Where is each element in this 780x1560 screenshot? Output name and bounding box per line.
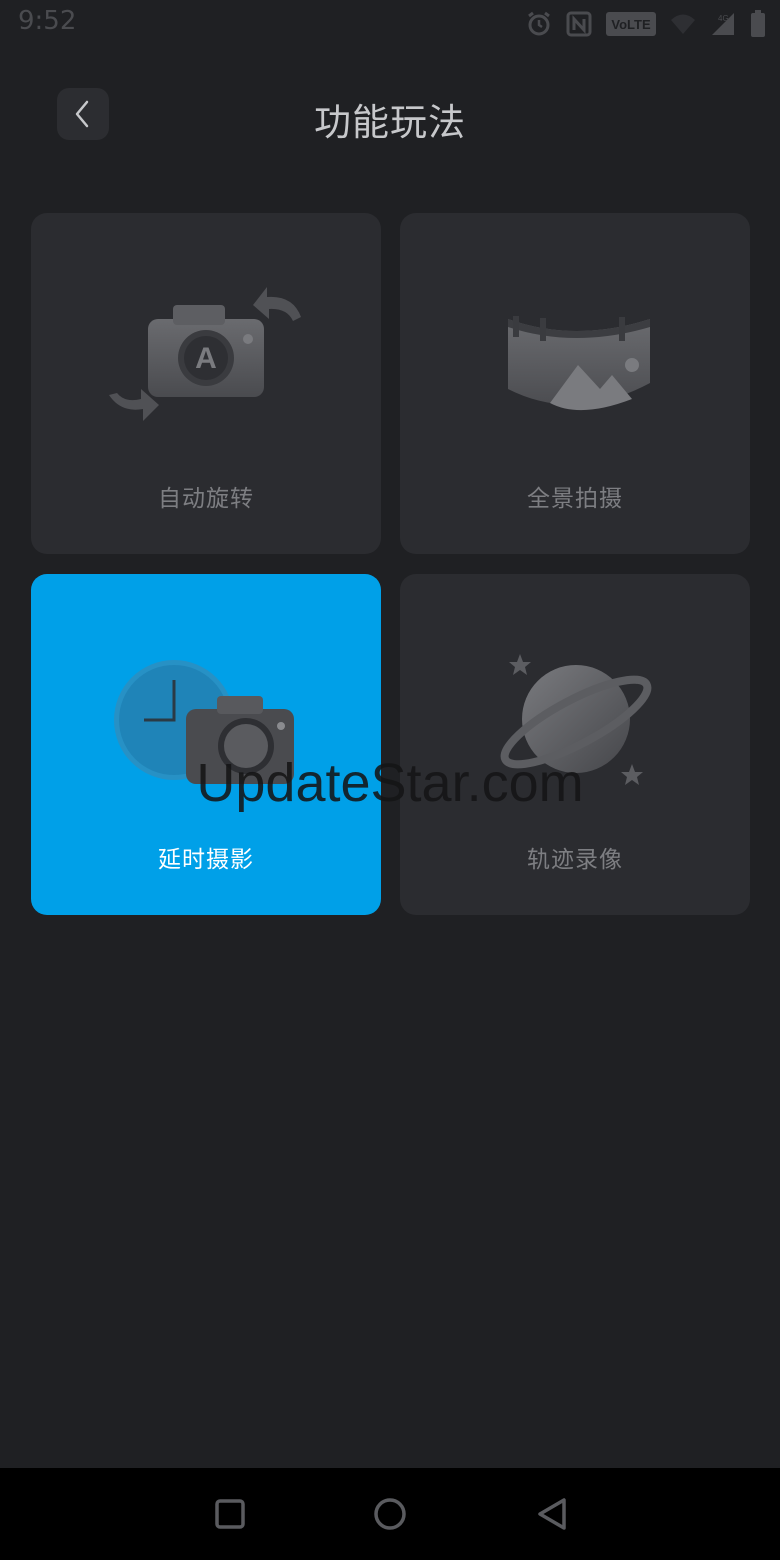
battery-icon: [751, 10, 765, 37]
home-circle-icon[interactable]: [368, 1492, 412, 1536]
feature-label: 全景拍摄: [527, 486, 623, 512]
feature-tile-timelapse[interactable]: 延时摄影: [31, 574, 381, 915]
feature-label: 自动旋转: [158, 486, 254, 512]
wifi-icon: [671, 14, 695, 34]
feature-label: 轨迹录像: [527, 847, 623, 873]
feature-tile-panorama[interactable]: 全景拍摄: [400, 213, 750, 554]
feature-tile-trajectory[interactable]: 轨迹录像: [400, 574, 750, 915]
volte-icon: VoLTE: [606, 12, 656, 36]
feature-tile-auto-rotate[interactable]: A 自动旋转: [31, 213, 381, 554]
nfc-icon: [566, 11, 592, 37]
svg-text:4G: 4G: [718, 14, 729, 23]
panorama-icon: [508, 316, 650, 411]
planet-trajectory-icon: [500, 654, 652, 785]
status-bar: 9:52 VoLTE 4G: [0, 0, 780, 48]
svg-text:VoLTE: VoLTE: [611, 17, 651, 32]
back-triangle-icon[interactable]: [530, 1492, 574, 1536]
svg-text:A: A: [195, 342, 217, 375]
status-time: 9:52: [18, 6, 77, 36]
signal-icon: 4G: [712, 13, 734, 35]
recent-apps-square-icon[interactable]: [208, 1492, 252, 1536]
alarm-icon: [528, 11, 550, 36]
feature-label: 延时摄影: [158, 847, 254, 873]
status-icons: VoLTE 4G: [526, 8, 766, 40]
auto-rotate-camera-icon: A: [109, 287, 301, 421]
page-title: 功能玩法: [314, 101, 466, 144]
header: 功能玩法: [0, 80, 780, 150]
timelapse-clock-camera-icon: [114, 660, 294, 784]
system-nav-bar: [0, 1468, 780, 1560]
